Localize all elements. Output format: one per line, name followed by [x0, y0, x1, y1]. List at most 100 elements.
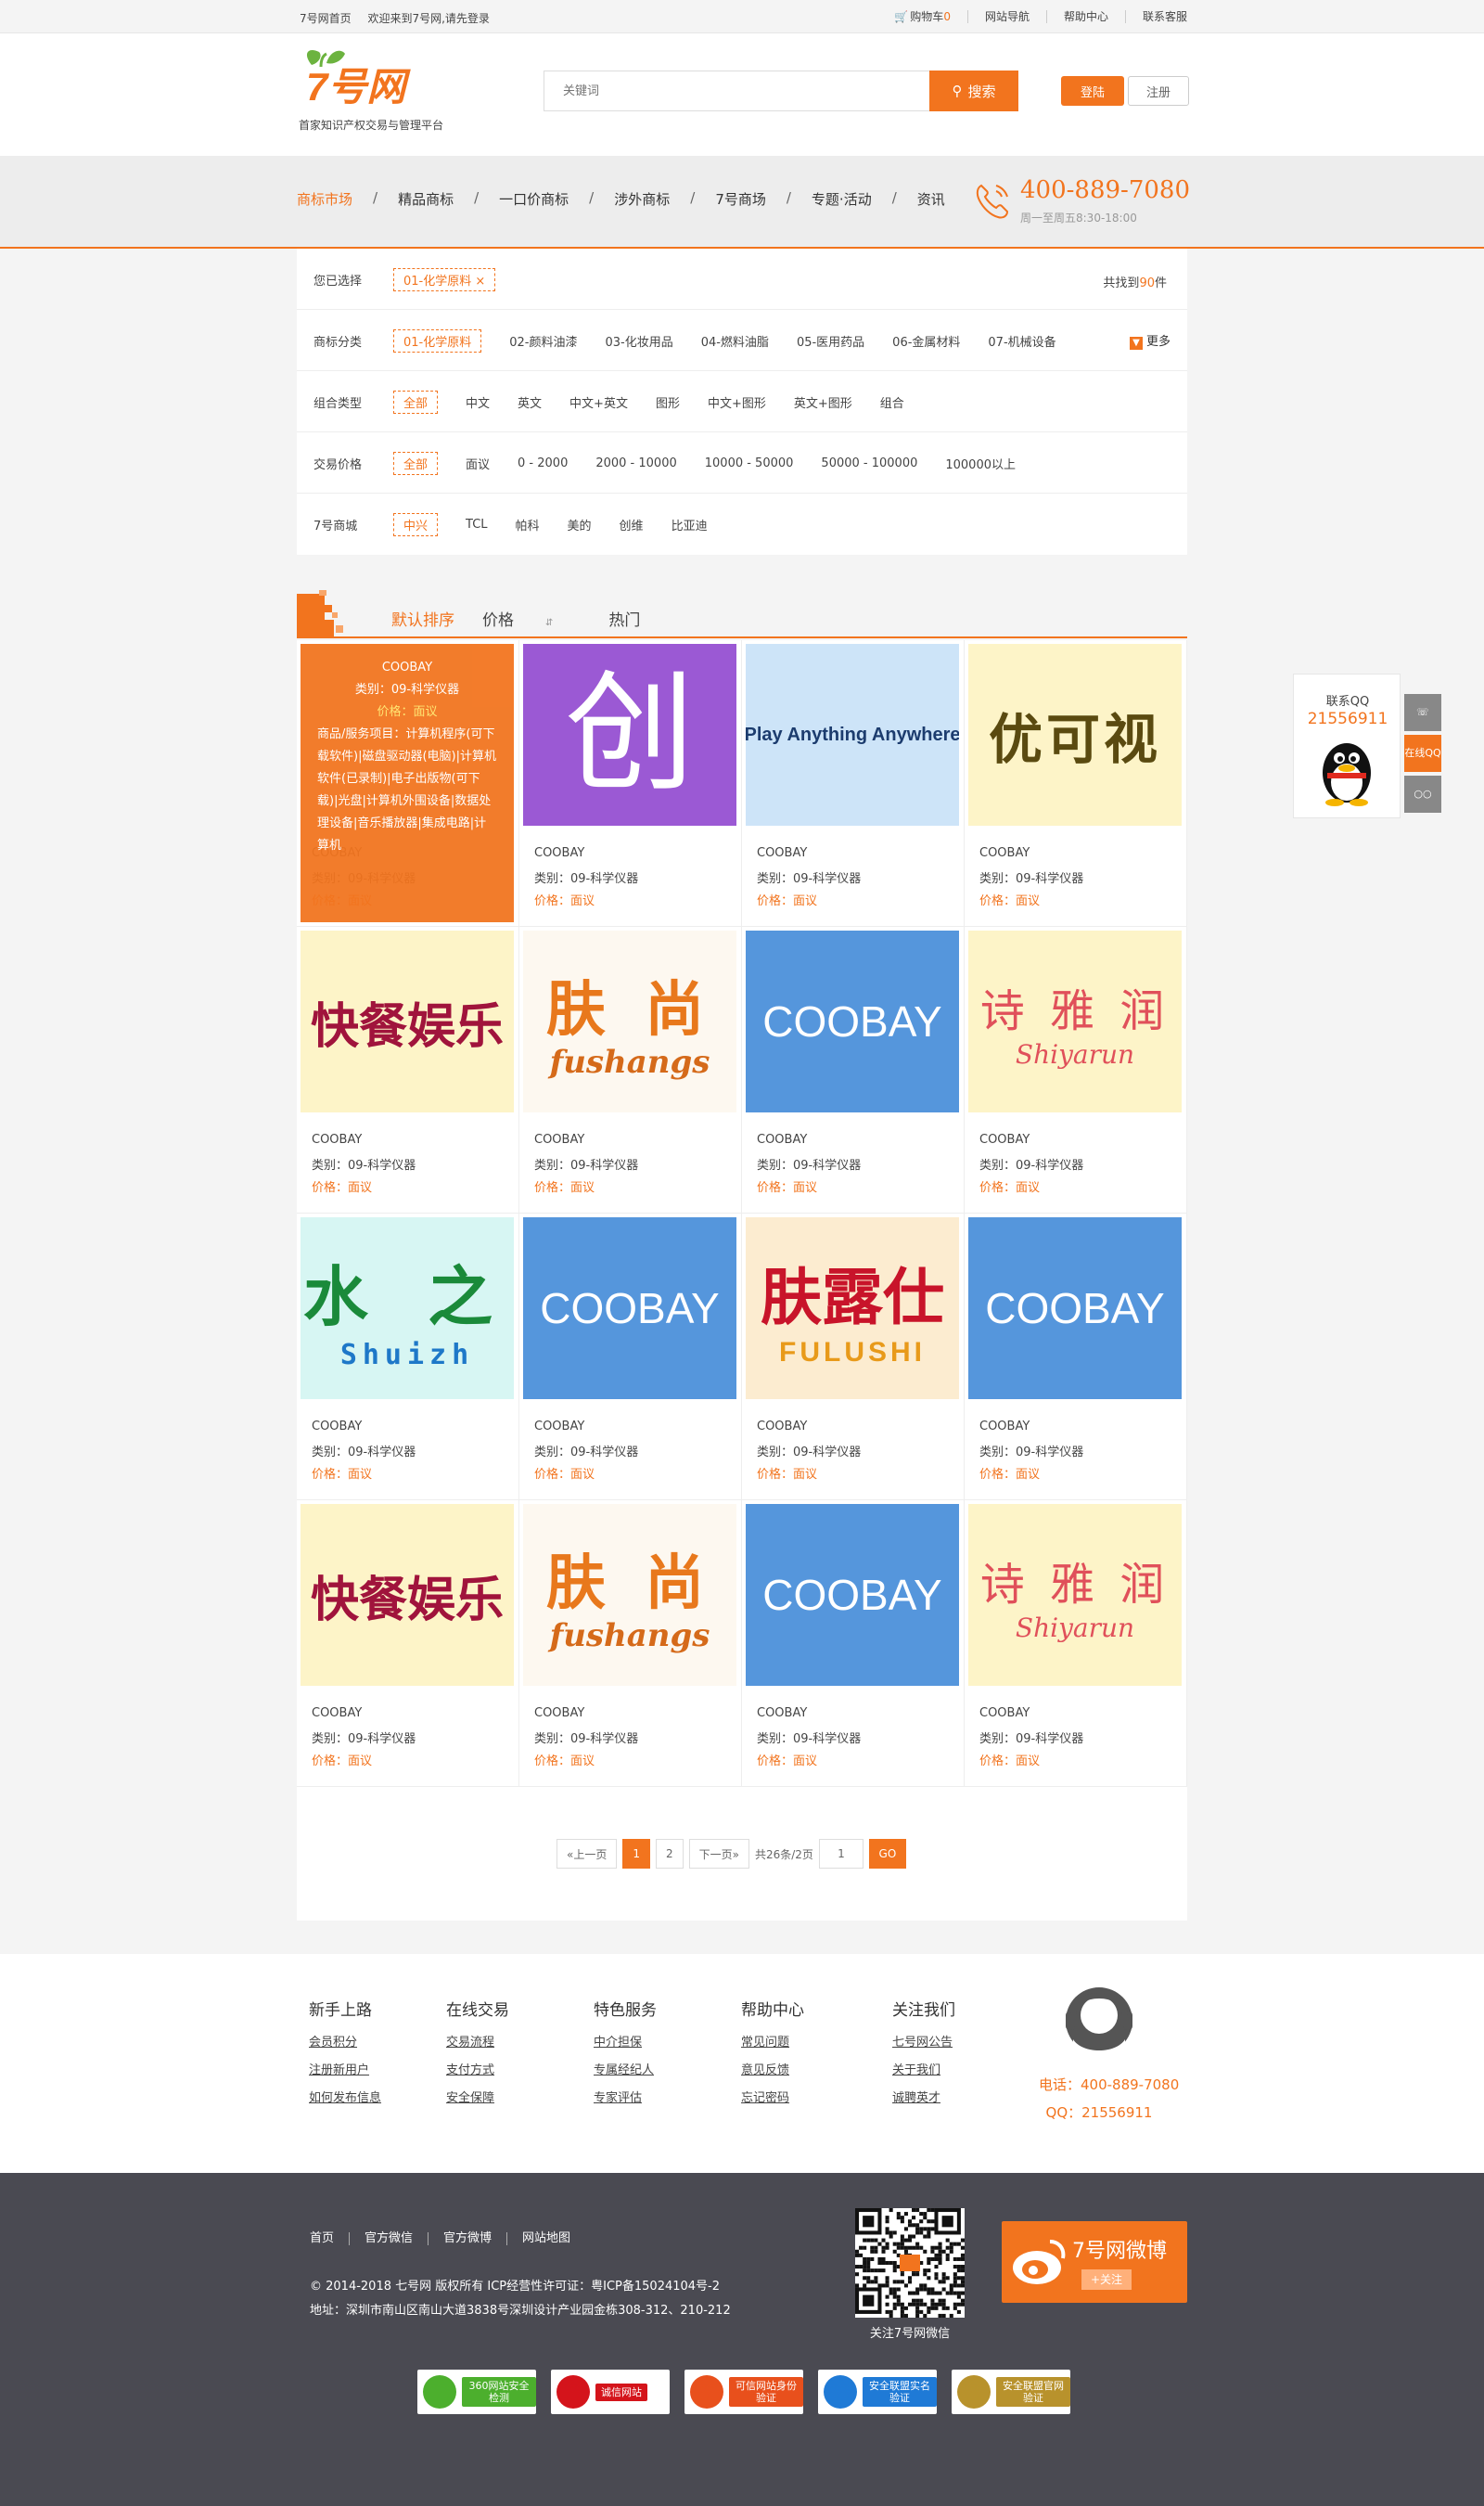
footer-link[interactable]: 专家评估: [594, 2085, 657, 2113]
badge-official[interactable]: 安全联盟官网验证: [952, 2370, 1070, 2414]
filter-option[interactable]: 07-机械设备: [988, 332, 1055, 350]
trademark-image[interactable]: 优可视: [968, 644, 1182, 826]
site-logo[interactable]: 7号网: [299, 45, 466, 109]
trademark-image[interactable]: 肤 尚 fushangs: [523, 1504, 736, 1686]
product-card[interactable]: COOBAY COOBAY 类别：09-科学仪器 价格：面议: [965, 1214, 1187, 1500]
filter-option[interactable]: TCL: [466, 518, 488, 532]
product-name[interactable]: COOBAY: [979, 1706, 1030, 1720]
bottom-link-wechat[interactable]: 官方微信: [365, 2232, 429, 2245]
trademark-image[interactable]: 快餐娱乐: [301, 931, 514, 1112]
badge-360[interactable]: 360网站安全检测: [417, 2370, 536, 2414]
page-input[interactable]: 1: [818, 1839, 864, 1869]
product-name[interactable]: COOBAY: [534, 1420, 584, 1433]
weibo-follow-box[interactable]: 7号网微博 +关注: [1002, 2221, 1187, 2303]
welcome-text[interactable]: 欢迎来到7号网,请先登录: [367, 12, 489, 25]
trademark-image[interactable]: 肤 尚 fushangs: [523, 931, 736, 1112]
product-card[interactable]: COOBAY COOBAY 类别：09-科学仪器 价格：面议: [742, 927, 965, 1214]
more-button[interactable]: ▼ 更多: [1129, 331, 1171, 350]
product-card[interactable]: 创 COOBAY 类别：09-科学仪器 价格：面议: [519, 640, 742, 927]
register-button[interactable]: 注册: [1128, 76, 1189, 106]
trademark-image[interactable]: COOBAY: [746, 931, 959, 1112]
filter-option[interactable]: 50000 - 100000: [821, 456, 917, 470]
product-name[interactable]: COOBAY: [534, 846, 584, 860]
badge-credit[interactable]: 诚信网站: [551, 2370, 670, 2414]
home-link[interactable]: 7号网首页: [300, 12, 352, 25]
nav-item-news[interactable]: 资讯: [917, 189, 945, 209]
footer-link[interactable]: 关于我们: [892, 2057, 955, 2085]
filter-option[interactable]: 中文+英文: [569, 393, 628, 411]
filter-option[interactable]: 组合: [880, 393, 904, 411]
online-qq-button[interactable]: 在线QQ: [1404, 735, 1441, 772]
bottom-link-home[interactable]: 首页: [310, 2232, 351, 2245]
filter-option[interactable]: 0 - 2000: [518, 456, 568, 470]
product-name[interactable]: COOBAY: [312, 1420, 362, 1433]
selected-tag[interactable]: 01-化学原料 ×: [393, 267, 496, 291]
weibo-follow-button[interactable]: +关注: [1081, 2269, 1132, 2290]
product-card[interactable]: 诗 雅 润 Shiyarun COOBAY 类别：09-科学仪器 价格：面议: [965, 927, 1187, 1214]
sort-hot[interactable]: 热门: [608, 607, 640, 630]
product-name[interactable]: COOBAY: [979, 846, 1030, 860]
filter-option[interactable]: 04-燃料油脂: [701, 332, 769, 350]
product-card[interactable]: 肤 尚 fushangs COOBAY 类别：09-科学仪器 价格：面议: [519, 1500, 742, 1787]
nav-item-fixed-price[interactable]: 一口价商标: [499, 189, 569, 209]
bottom-link-weibo[interactable]: 官方微博: [443, 2232, 508, 2245]
filter-option[interactable]: 英文: [518, 393, 542, 411]
product-name[interactable]: COOBAY: [757, 1706, 807, 1720]
product-card[interactable]: COOBAY COOBAY 类别：09-科学仪器 价格：面议: [742, 1500, 965, 1787]
prev-page-button[interactable]: «上一页: [556, 1839, 618, 1869]
filter-option[interactable]: 2000 - 10000: [595, 456, 676, 470]
product-card[interactable]: 肤露仕 FULUSHI COOBAY 类别：09-科学仪器 价格：面议: [742, 1214, 965, 1500]
nav-item-market[interactable]: 商标市场: [297, 189, 352, 209]
help-link[interactable]: 帮助中心: [1045, 10, 1108, 23]
qq-contact-box[interactable]: 联系QQ 21556911: [1293, 674, 1401, 818]
filter-option[interactable]: 中文: [466, 393, 490, 411]
trademark-image[interactable]: 诗 雅 润 Shiyarun: [968, 931, 1182, 1112]
sort-price[interactable]: 价格 ⇵: [482, 607, 581, 630]
filter-option[interactable]: 10000 - 50000: [705, 456, 794, 470]
product-name[interactable]: COOBAY: [979, 1420, 1030, 1433]
badge-realname[interactable]: 安全联盟实名验证: [818, 2370, 937, 2414]
filter-option[interactable]: 05-医用药品: [797, 332, 864, 350]
site-nav-link[interactable]: 网站导航: [966, 10, 1030, 23]
product-name[interactable]: COOBAY: [757, 846, 807, 860]
footer-link[interactable]: 支付方式: [446, 2057, 509, 2085]
nav-item-foreign[interactable]: 涉外商标: [614, 189, 670, 209]
trademark-image[interactable]: COOBAY: [523, 1217, 736, 1399]
product-name[interactable]: COOBAY: [312, 1133, 362, 1147]
filter-option[interactable]: 面议: [466, 455, 490, 472]
footer-link[interactable]: 中介担保: [594, 2029, 657, 2057]
go-button[interactable]: GO: [868, 1839, 906, 1869]
filter-option[interactable]: 全部: [393, 390, 439, 414]
filter-option[interactable]: 比亚迪: [672, 516, 708, 533]
filter-option[interactable]: 100000以上: [945, 455, 1016, 472]
bottom-link-sitemap[interactable]: 网站地图: [522, 2232, 585, 2245]
product-name[interactable]: COOBAY: [757, 1420, 807, 1433]
nav-item-events[interactable]: 专题·活动: [812, 189, 872, 209]
footer-link[interactable]: 安全保障: [446, 2085, 509, 2113]
trademark-image[interactable]: 快餐娱乐: [301, 1504, 514, 1686]
footer-link[interactable]: 忘记密码: [741, 2085, 804, 2113]
footer-link[interactable]: 会员积分: [309, 2029, 381, 2057]
wechat-icon[interactable]: ○○: [1404, 776, 1441, 813]
footer-link[interactable]: 诚聘英才: [892, 2085, 955, 2113]
trademark-image[interactable]: 肤露仕 FULUSHI: [746, 1217, 959, 1399]
trademark-image[interactable]: 创: [523, 644, 736, 826]
trademark-image[interactable]: 诗 雅 润 Shiyarun: [968, 1504, 1182, 1686]
filter-option[interactable]: 美的: [568, 516, 592, 533]
filter-option[interactable]: 02-颜料油漆: [509, 332, 577, 350]
filter-option[interactable]: 06-金属材料: [892, 332, 960, 350]
footer-link[interactable]: 如何发布信息: [309, 2085, 381, 2113]
filter-option[interactable]: 帕科: [516, 516, 540, 533]
footer-link[interactable]: 专属经纪人: [594, 2057, 657, 2085]
product-card[interactable]: 诗 雅 润 Shiyarun COOBAY 类别：09-科学仪器 价格：面议: [965, 1500, 1187, 1787]
product-card[interactable]: 快餐娱乐 COOBAY 类别：09-科学仪器 价格：面议: [297, 1500, 519, 1787]
trademark-image[interactable]: 水 之 Shuizh: [301, 1217, 514, 1399]
login-button[interactable]: 登陆: [1061, 76, 1124, 106]
product-card[interactable]: 水 之 Shuizh COOBAY 类别：09-科学仪器 价格：面议: [297, 1214, 519, 1500]
nav-item-premium[interactable]: 精品商标: [398, 189, 454, 209]
headset-icon[interactable]: ☏: [1404, 694, 1441, 731]
filter-option[interactable]: 创维: [620, 516, 644, 533]
trademark-image[interactable]: Play Anything Anywhere: [746, 644, 959, 826]
filter-option[interactable]: 中文+图形: [708, 393, 766, 411]
next-page-button[interactable]: 下一页»: [688, 1839, 749, 1869]
